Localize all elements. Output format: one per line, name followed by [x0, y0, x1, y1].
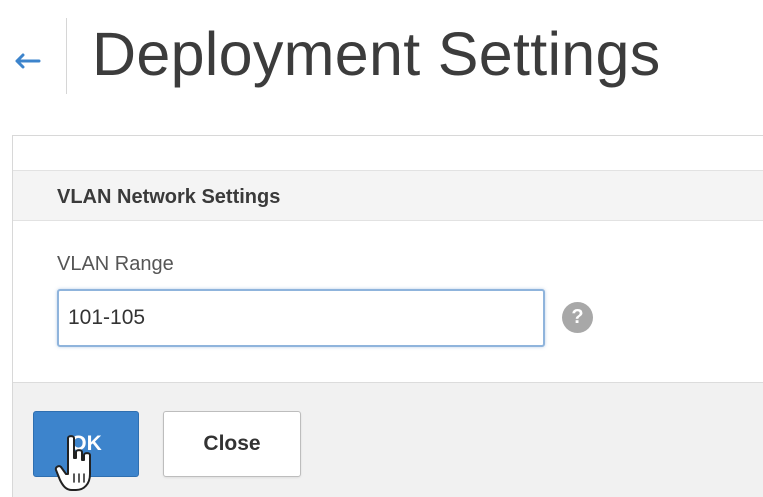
help-icon[interactable]: ?	[562, 302, 593, 333]
section-header: VLAN Network Settings	[13, 170, 763, 221]
close-button[interactable]: Close	[163, 411, 301, 477]
back-button[interactable]	[10, 44, 46, 78]
page-header: Deployment Settings	[0, 0, 763, 110]
vlan-range-input[interactable]	[57, 289, 545, 347]
panel-top-spacer	[13, 136, 763, 170]
form-footer: OK Close	[13, 382, 763, 497]
deployment-settings-page: Deployment Settings VLAN Network Setting…	[0, 0, 763, 497]
back-arrow-icon	[15, 53, 41, 69]
section-title: VLAN Network Settings	[57, 186, 281, 208]
ok-button[interactable]: OK	[33, 411, 139, 477]
vlan-range-label: VLAN Range	[57, 253, 174, 275]
header-divider	[66, 18, 67, 94]
settings-form: VLAN Network Settings VLAN Range ? OK Cl…	[12, 135, 763, 497]
page-title: Deployment Settings	[92, 20, 661, 88]
